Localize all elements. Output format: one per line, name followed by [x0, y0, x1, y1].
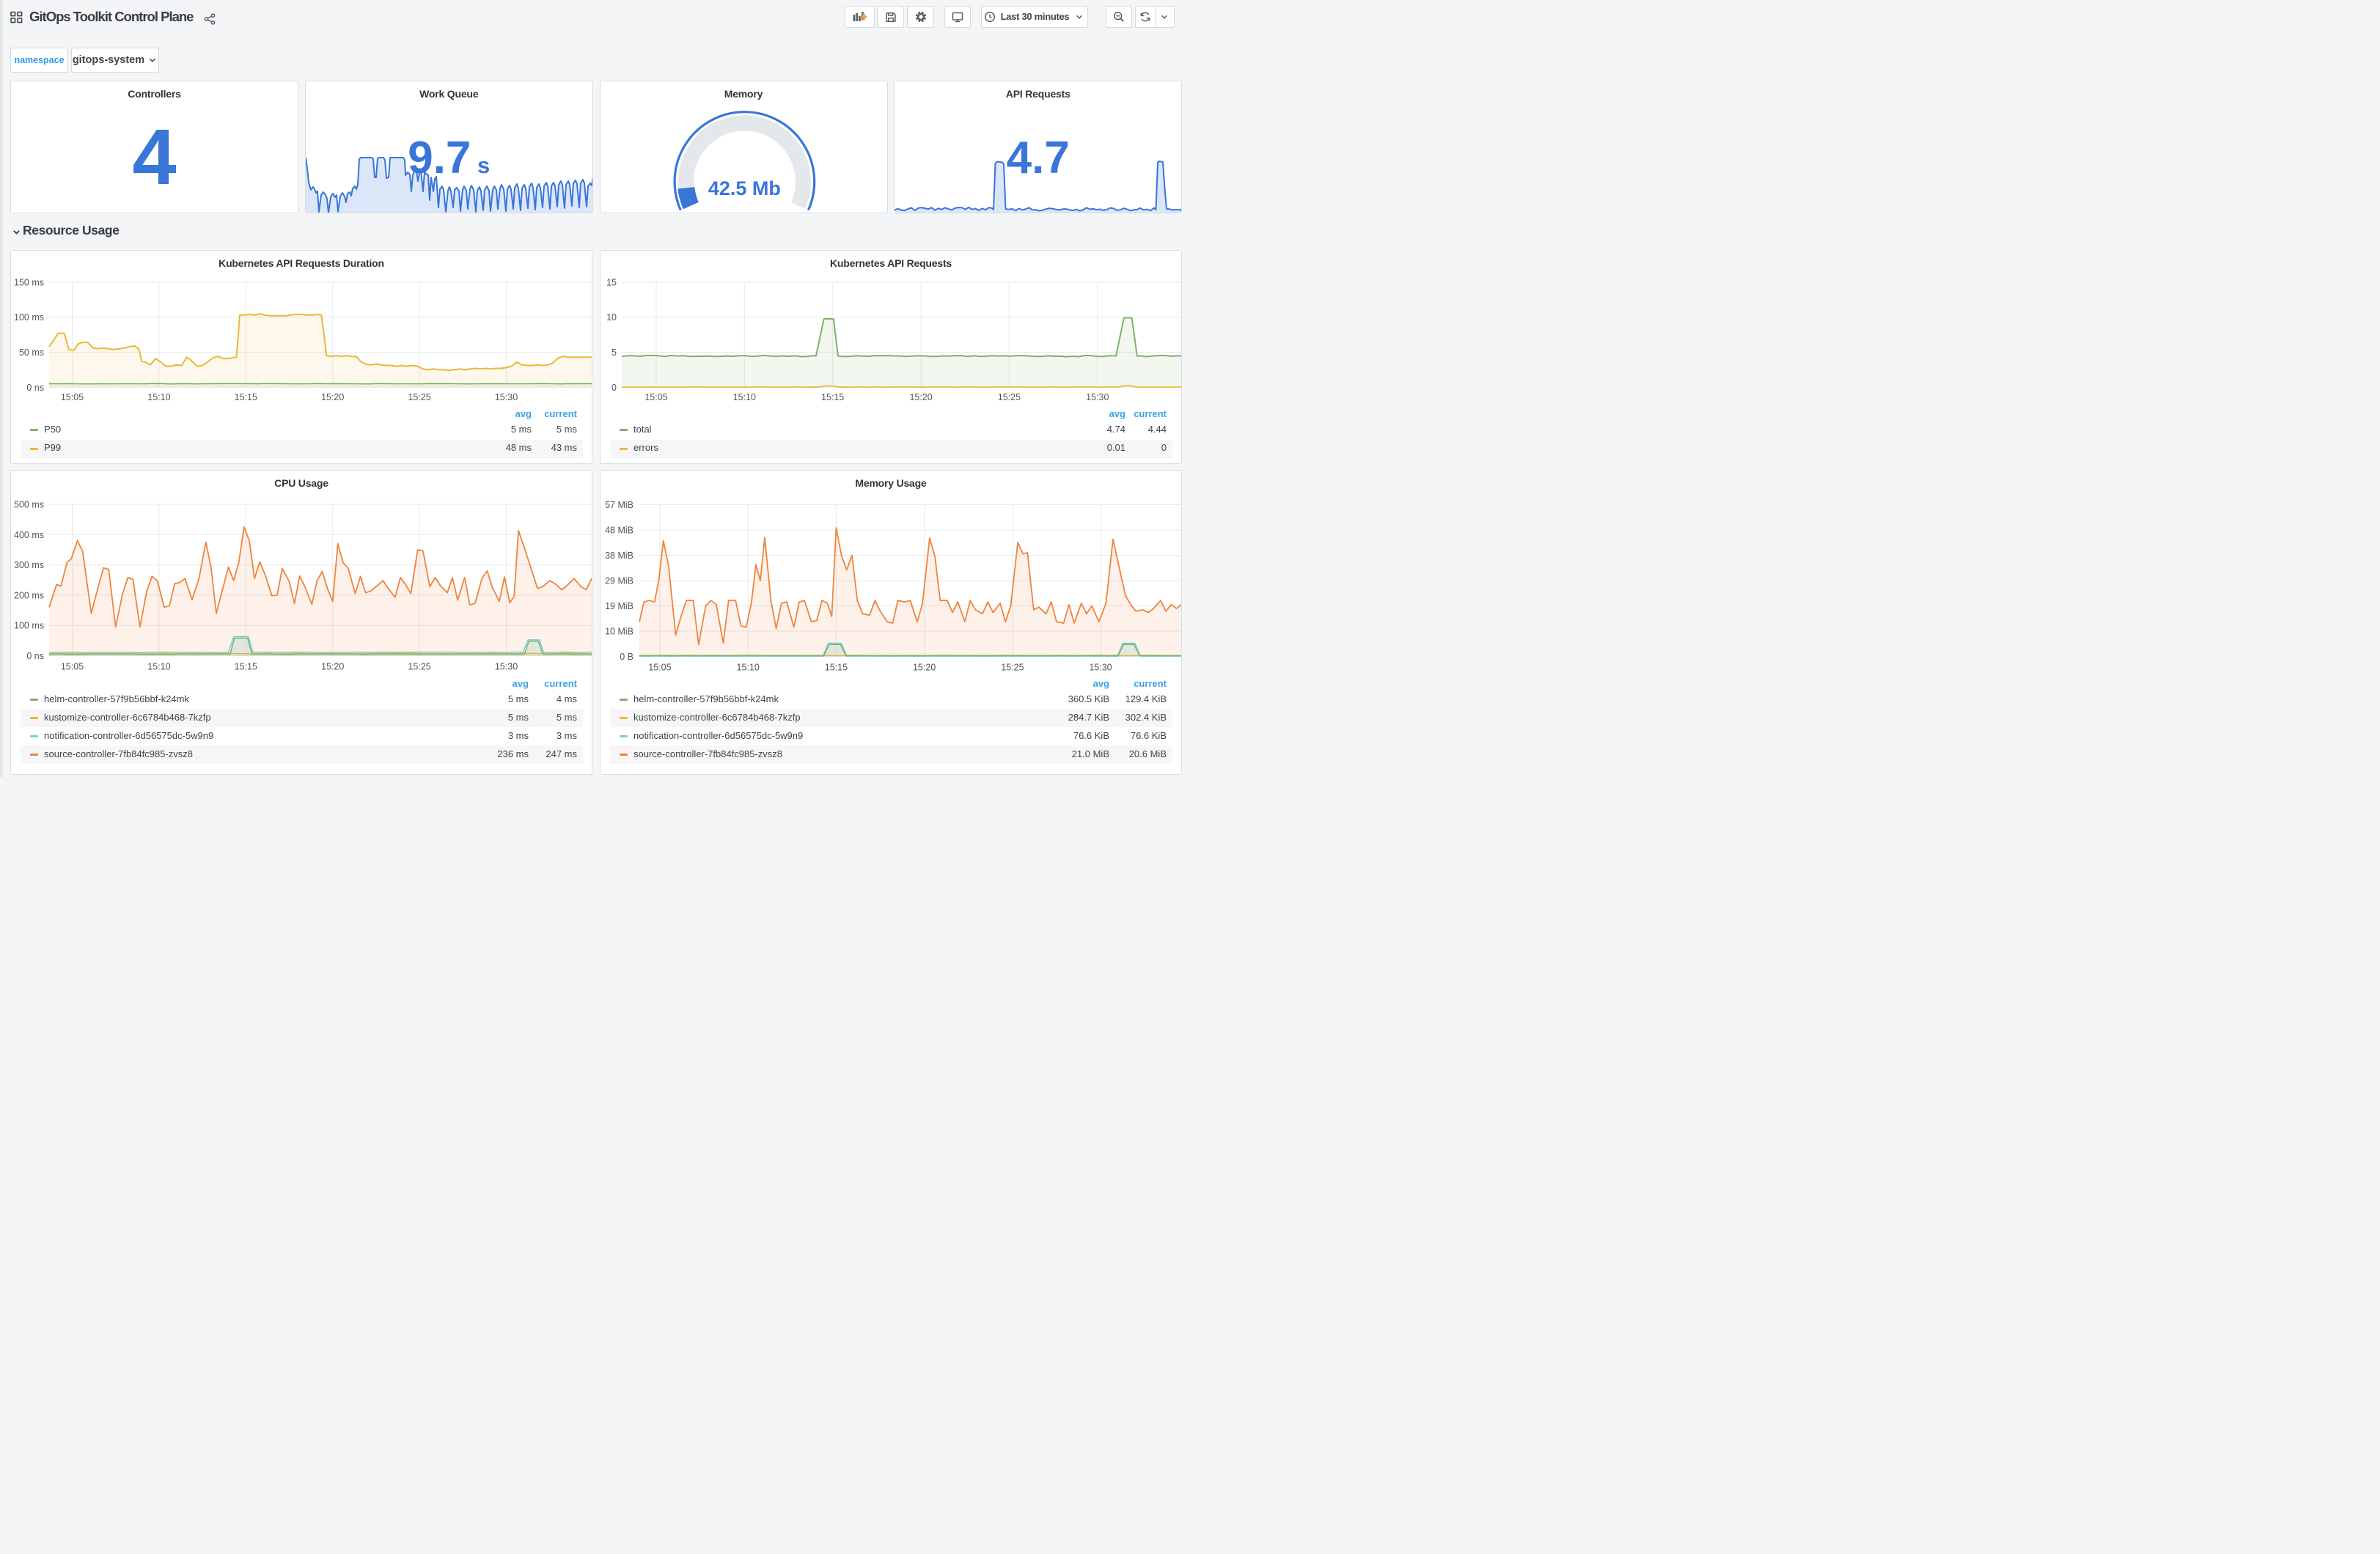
svg-text:42.5 Mb: 42.5 Mb	[708, 177, 780, 199]
